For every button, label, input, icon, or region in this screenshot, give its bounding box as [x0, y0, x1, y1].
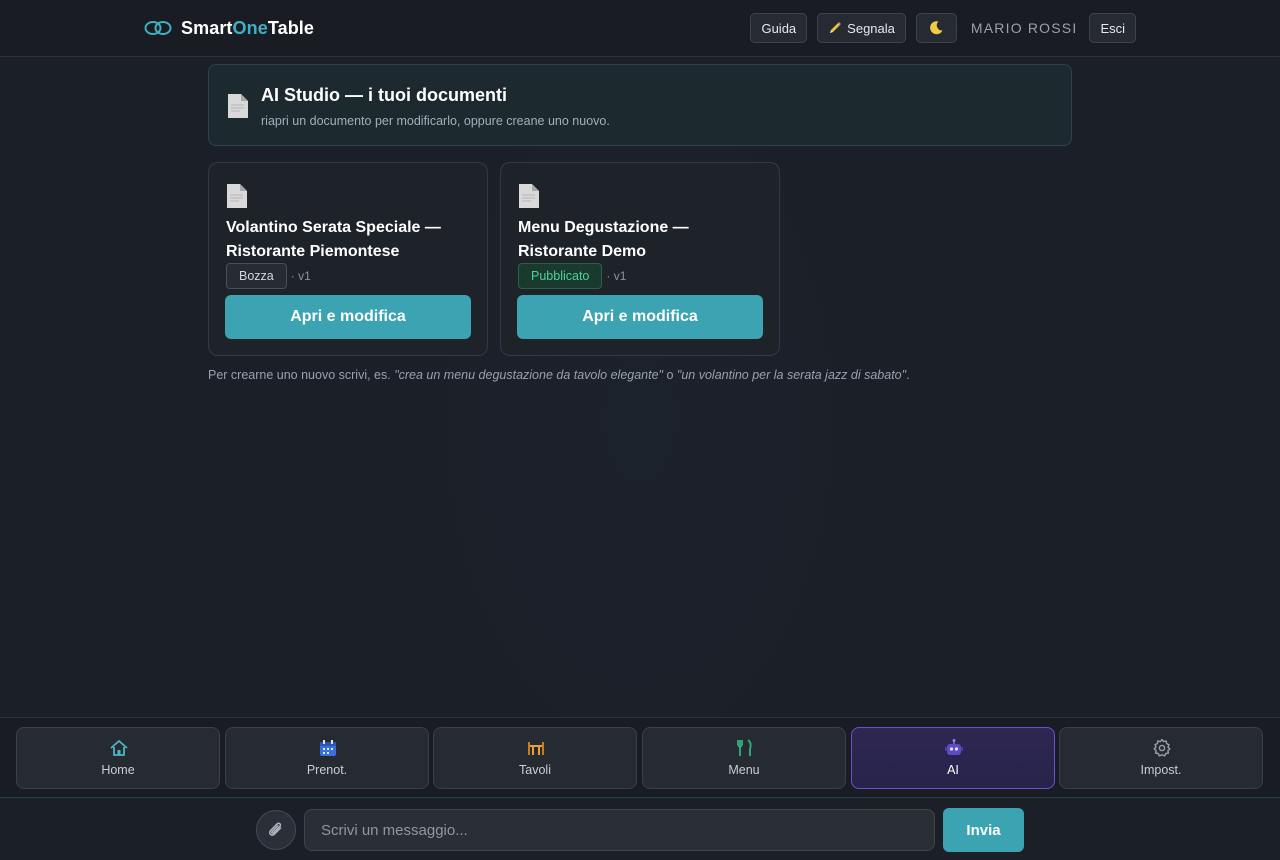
report-button[interactable]: Segnala — [817, 13, 906, 43]
status-badge: Bozza — [226, 263, 287, 289]
nav-label: Impost. — [1140, 763, 1182, 777]
open-edit-button[interactable]: Apri e modifica — [225, 295, 471, 339]
chat-bar: Invia — [0, 798, 1280, 860]
page-title: AI Studio — i tuoi documenti — [261, 85, 507, 105]
table-chairs-icon — [528, 742, 544, 755]
nav-label: Tavoli — [519, 763, 551, 777]
page-subtitle: riapri un documento per modificarlo, opp… — [261, 114, 610, 128]
version-label: · v1 — [606, 269, 627, 283]
nav-item-menu[interactable]: Menu — [642, 727, 846, 789]
top-actions: Guida Segnala MARIO ROSSI Esci — [750, 13, 1136, 43]
status-badge: Pubblicato — [518, 263, 603, 289]
attach-button[interactable] — [256, 810, 296, 850]
brand[interactable]: SmartOneTable — [144, 14, 314, 42]
guide-button[interactable]: Guida — [750, 13, 808, 43]
brand-name: SmartOneTable — [181, 18, 314, 39]
document-title[interactable]: Volantino Serata Speciale — Ristorante P… — [226, 216, 476, 264]
document-meta: Pubblicato · v1 — [518, 263, 626, 289]
robot-icon — [945, 739, 963, 755]
moon-icon — [930, 21, 943, 35]
brand-name-part3: Table — [267, 17, 315, 38]
report-button-label: Segnala — [847, 20, 895, 36]
document-title[interactable]: Menu Degustazione — Ristorante Demo — [518, 216, 768, 264]
nav-item-reservations[interactable]: Prenot. — [225, 727, 429, 789]
brand-name-accent: One — [232, 17, 268, 38]
fork-knife-icon — [737, 739, 752, 756]
nav-label: Prenot. — [306, 763, 348, 777]
nav-label: AI — [947, 763, 959, 777]
version-label: · v1 — [290, 269, 311, 283]
ai-studio-header: AI Studio — i tuoi documenti riapri un d… — [208, 64, 1072, 146]
linked-rings-logo-icon — [144, 21, 172, 35]
document-icon — [227, 184, 247, 208]
paperclip-icon — [269, 822, 282, 836]
top-bar: SmartOneTable Guida Segnala MARIO ROSSI … — [0, 0, 1280, 57]
nav-item-home[interactable]: Home — [16, 727, 220, 789]
nav-label: Menu — [728, 763, 760, 777]
user-name: MARIO ROSSI — [970, 20, 1078, 36]
brand-name-part1: Smart — [181, 17, 233, 38]
hint-example-1: "crea un menu degustazione da tavolo ele… — [394, 368, 663, 382]
hint-example-2: "un volantino per la serata jazz di saba… — [676, 368, 907, 382]
document-card: Menu Degustazione — Ristorante Demo Pubb… — [500, 162, 780, 356]
hint-prefix: Per crearne uno nuovo scrivi, es. — [208, 368, 395, 382]
document-meta: Bozza · v1 — [226, 263, 311, 289]
theme-toggle-button[interactable] — [915, 13, 957, 43]
nav-item-settings[interactable]: Impost. — [1059, 727, 1263, 789]
logout-button[interactable]: Esci — [1089, 13, 1136, 43]
home-icon — [110, 740, 128, 756]
message-input[interactable] — [304, 809, 935, 851]
pencil-icon — [830, 22, 842, 33]
gear-icon — [1153, 738, 1171, 757]
nav-item-ai[interactable]: AI — [851, 727, 1055, 789]
hint-suffix: . — [906, 368, 910, 382]
create-hint: Per crearne uno nuovo scrivi, es. "crea … — [208, 368, 1072, 382]
document-icon — [228, 94, 248, 118]
nav-label: Home — [101, 763, 135, 777]
bottom-navigation: Home Prenot. Tavoli Menu AI Impost. — [0, 717, 1280, 798]
document-card: Volantino Serata Speciale — Ristorante P… — [208, 162, 488, 356]
hint-connector: o — [663, 368, 677, 382]
document-icon — [519, 184, 539, 208]
open-edit-button[interactable]: Apri e modifica — [517, 295, 763, 339]
nav-item-tables[interactable]: Tavoli — [433, 727, 637, 789]
calendar-icon — [320, 740, 336, 756]
send-button[interactable]: Invia — [943, 808, 1024, 852]
